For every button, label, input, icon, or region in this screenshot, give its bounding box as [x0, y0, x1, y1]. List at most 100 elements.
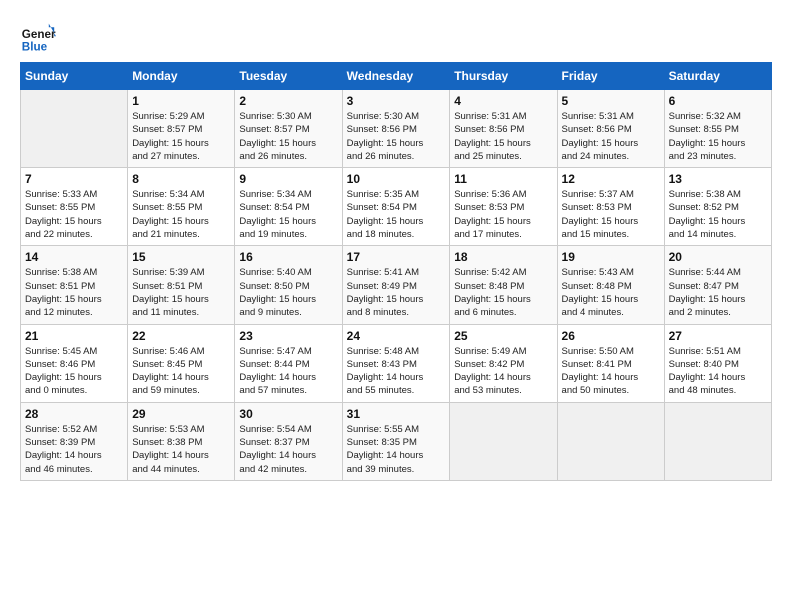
day-info: Sunrise: 5:55 AMSunset: 8:35 PMDaylight:…: [347, 423, 446, 476]
day-cell: 9 Sunrise: 5:34 AMSunset: 8:54 PMDaylight…: [235, 168, 342, 246]
day-cell: 22 Sunrise: 5:46 AMSunset: 8:45 PMDayligh…: [128, 324, 235, 402]
day-number: 3: [347, 94, 446, 108]
day-number: 15: [132, 250, 230, 264]
day-info: Sunrise: 5:41 AMSunset: 8:49 PMDaylight:…: [347, 266, 446, 319]
week-row-4: 21 Sunrise: 5:45 AMSunset: 8:46 PMDayligh…: [21, 324, 772, 402]
day-info: Sunrise: 5:34 AMSunset: 8:55 PMDaylight:…: [132, 188, 230, 241]
day-cell: 21 Sunrise: 5:45 AMSunset: 8:46 PMDayligh…: [21, 324, 128, 402]
day-number: 7: [25, 172, 123, 186]
day-number: 22: [132, 329, 230, 343]
week-row-2: 7 Sunrise: 5:33 AMSunset: 8:55 PMDaylight…: [21, 168, 772, 246]
day-cell: 5 Sunrise: 5:31 AMSunset: 8:56 PMDaylight…: [557, 90, 664, 168]
day-info: Sunrise: 5:33 AMSunset: 8:55 PMDaylight:…: [25, 188, 123, 241]
day-number: 27: [669, 329, 767, 343]
day-info: Sunrise: 5:45 AMSunset: 8:46 PMDaylight:…: [25, 345, 123, 398]
col-header-monday: Monday: [128, 63, 235, 90]
day-cell: 31 Sunrise: 5:55 AMSunset: 8:35 PMDayligh…: [342, 402, 450, 480]
week-row-5: 28 Sunrise: 5:52 AMSunset: 8:39 PMDayligh…: [21, 402, 772, 480]
day-cell: 23Sunrise: 5:47 AMSunset: 8:44 PMDayligh…: [235, 324, 342, 402]
col-header-saturday: Saturday: [664, 63, 771, 90]
day-cell: 28 Sunrise: 5:52 AMSunset: 8:39 PMDayligh…: [21, 402, 128, 480]
day-info: Sunrise: 5:38 AMSunset: 8:51 PMDaylight:…: [25, 266, 123, 319]
day-info: Sunrise: 5:44 AMSunset: 8:47 PMDaylight:…: [669, 266, 767, 319]
day-info: Sunrise: 5:51 AMSunset: 8:40 PMDaylight:…: [669, 345, 767, 398]
day-info: Sunrise: 5:54 AMSunset: 8:37 PMDaylight:…: [239, 423, 337, 476]
day-cell: 3 Sunrise: 5:30 AMSunset: 8:56 PMDaylight…: [342, 90, 450, 168]
day-info: Sunrise: 5:30 AMSunset: 8:57 PMDaylight:…: [239, 110, 337, 163]
day-cell: 13 Sunrise: 5:38 AMSunset: 8:52 PMDayligh…: [664, 168, 771, 246]
day-number: 1: [132, 94, 230, 108]
day-number: 12: [562, 172, 660, 186]
day-number: 16: [239, 250, 337, 264]
week-row-3: 14 Sunrise: 5:38 AMSunset: 8:51 PMDayligh…: [21, 246, 772, 324]
svg-text:General: General: [22, 28, 56, 41]
day-cell: 4 Sunrise: 5:31 AMSunset: 8:56 PMDaylight…: [450, 90, 557, 168]
day-number: 21: [25, 329, 123, 343]
day-number: 10: [347, 172, 446, 186]
logo: General Blue: [20, 20, 60, 56]
day-cell: [450, 402, 557, 480]
day-cell: 29 Sunrise: 5:53 AMSunset: 8:38 PMDayligh…: [128, 402, 235, 480]
col-header-sunday: Sunday: [21, 63, 128, 90]
day-info: Sunrise: 5:34 AMSunset: 8:54 PMDaylight:…: [239, 188, 337, 241]
day-cell: 8 Sunrise: 5:34 AMSunset: 8:55 PMDaylight…: [128, 168, 235, 246]
header-row: SundayMondayTuesdayWednesdayThursdayFrid…: [21, 63, 772, 90]
day-number: 8: [132, 172, 230, 186]
day-cell: 20 Sunrise: 5:44 AMSunset: 8:47 PMDayligh…: [664, 246, 771, 324]
page-header: General Blue: [20, 20, 772, 56]
day-number: 20: [669, 250, 767, 264]
day-number: 29: [132, 407, 230, 421]
col-header-wednesday: Wednesday: [342, 63, 450, 90]
day-info: Sunrise: 5:42 AMSunset: 8:48 PMDaylight:…: [454, 266, 552, 319]
day-number: 13: [669, 172, 767, 186]
day-cell: 11Sunrise: 5:36 AMSunset: 8:53 PMDayligh…: [450, 168, 557, 246]
day-cell: 2Sunrise: 5:30 AMSunset: 8:57 PMDaylight…: [235, 90, 342, 168]
day-info: Sunrise: 5:36 AMSunset: 8:53 PMDaylight:…: [454, 188, 552, 241]
week-row-1: 1Sunrise: 5:29 AMSunset: 8:57 PMDaylight…: [21, 90, 772, 168]
day-number: 31: [347, 407, 446, 421]
day-number: 14: [25, 250, 123, 264]
day-cell: 7 Sunrise: 5:33 AMSunset: 8:55 PMDaylight…: [21, 168, 128, 246]
day-cell: [557, 402, 664, 480]
col-header-thursday: Thursday: [450, 63, 557, 90]
day-cell: 16Sunrise: 5:40 AMSunset: 8:50 PMDayligh…: [235, 246, 342, 324]
day-info: Sunrise: 5:31 AMSunset: 8:56 PMDaylight:…: [562, 110, 660, 163]
col-header-tuesday: Tuesday: [235, 63, 342, 90]
day-number: 19: [562, 250, 660, 264]
day-info: Sunrise: 5:32 AMSunset: 8:55 PMDaylight:…: [669, 110, 767, 163]
day-cell: [664, 402, 771, 480]
day-info: Sunrise: 5:39 AMSunset: 8:51 PMDaylight:…: [132, 266, 230, 319]
day-number: 9: [239, 172, 337, 186]
day-info: Sunrise: 5:52 AMSunset: 8:39 PMDaylight:…: [25, 423, 123, 476]
day-info: Sunrise: 5:53 AMSunset: 8:38 PMDaylight:…: [132, 423, 230, 476]
day-info: Sunrise: 5:49 AMSunset: 8:42 PMDaylight:…: [454, 345, 552, 398]
day-number: 26: [562, 329, 660, 343]
col-header-friday: Friday: [557, 63, 664, 90]
day-number: 5: [562, 94, 660, 108]
day-cell: 30 Sunrise: 5:54 AMSunset: 8:37 PMDayligh…: [235, 402, 342, 480]
day-info: Sunrise: 5:50 AMSunset: 8:41 PMDaylight:…: [562, 345, 660, 398]
day-cell: 26 Sunrise: 5:50 AMSunset: 8:41 PMDayligh…: [557, 324, 664, 402]
day-info: Sunrise: 5:43 AMSunset: 8:48 PMDaylight:…: [562, 266, 660, 319]
day-number: 4: [454, 94, 552, 108]
day-number: 30: [239, 407, 337, 421]
calendar-table: SundayMondayTuesdayWednesdayThursdayFrid…: [20, 62, 772, 481]
day-info: Sunrise: 5:37 AMSunset: 8:53 PMDaylight:…: [562, 188, 660, 241]
day-cell: [21, 90, 128, 168]
day-info: Sunrise: 5:35 AMSunset: 8:54 PMDaylight:…: [347, 188, 446, 241]
day-number: 18: [454, 250, 552, 264]
day-number: 17: [347, 250, 446, 264]
day-cell: 24Sunrise: 5:48 AMSunset: 8:43 PMDayligh…: [342, 324, 450, 402]
day-number: 28: [25, 407, 123, 421]
day-info: Sunrise: 5:31 AMSunset: 8:56 PMDaylight:…: [454, 110, 552, 163]
day-info: Sunrise: 5:46 AMSunset: 8:45 PMDaylight:…: [132, 345, 230, 398]
day-info: Sunrise: 5:30 AMSunset: 8:56 PMDaylight:…: [347, 110, 446, 163]
day-info: Sunrise: 5:47 AMSunset: 8:44 PMDaylight:…: [239, 345, 337, 398]
day-cell: 1Sunrise: 5:29 AMSunset: 8:57 PMDaylight…: [128, 90, 235, 168]
day-info: Sunrise: 5:48 AMSunset: 8:43 PMDaylight:…: [347, 345, 446, 398]
day-number: 25: [454, 329, 552, 343]
day-info: Sunrise: 5:38 AMSunset: 8:52 PMDaylight:…: [669, 188, 767, 241]
svg-text:Blue: Blue: [22, 41, 48, 54]
day-cell: 25 Sunrise: 5:49 AMSunset: 8:42 PMDayligh…: [450, 324, 557, 402]
logo-icon: General Blue: [20, 20, 56, 56]
